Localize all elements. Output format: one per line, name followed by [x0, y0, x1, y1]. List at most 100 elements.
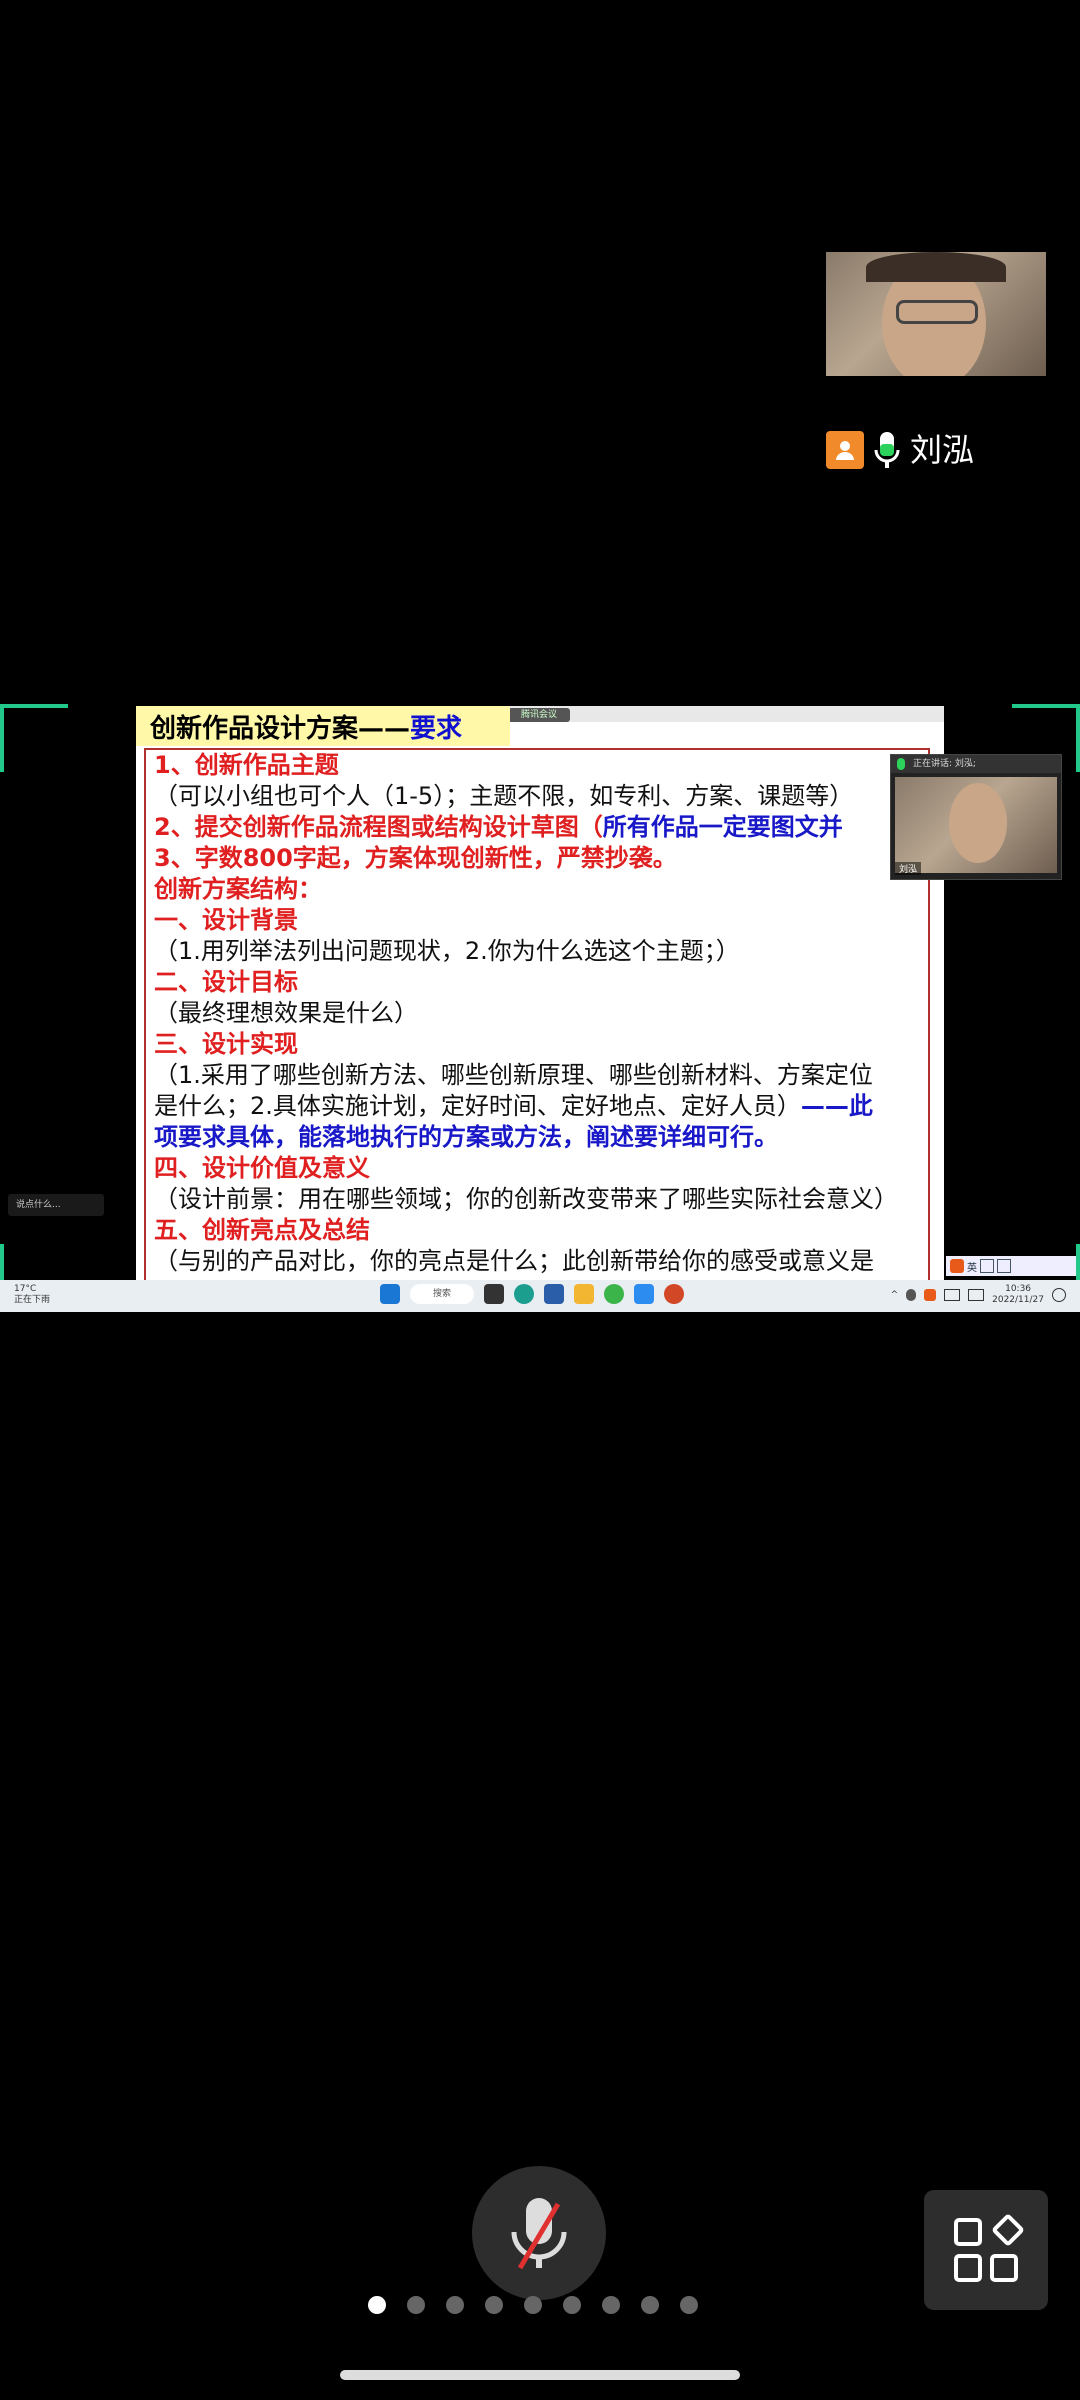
- weather-widget[interactable]: 17°C 正在下雨: [14, 1284, 50, 1306]
- slide-line-text: 是什么；2.具体实施计划，定好时间、定好地点、定好人员）: [154, 1092, 801, 1120]
- slide-line-text: 创新方案结构：: [154, 875, 322, 903]
- grid-layout-icon: [954, 2214, 1024, 2282]
- mini-video-feed: [895, 777, 1057, 873]
- slide-line: 四、设计价值及意义: [154, 1153, 920, 1184]
- page-indicator: [368, 2296, 698, 2314]
- page-dot[interactable]: [407, 2296, 425, 2314]
- slide-line: 2、提交创新作品流程图或结构设计草图（所有作品一定要图文并: [154, 812, 920, 843]
- presentation-slide: 腾讯会议 创新作品设计方案—— 要求 1、创新作品主题 （可以小组也可个人（1-5）…: [136, 706, 944, 1280]
- mini-video-name: 刘泓: [895, 862, 922, 875]
- sogou-tray-icon[interactable]: [924, 1289, 937, 1301]
- ime-toolbar[interactable]: 英: [946, 1256, 1076, 1276]
- taskbar-search[interactable]: 搜索: [410, 1284, 474, 1304]
- slide-line-text: （1.用列举法列出问题现状，2.你为什么选这个主题；）: [154, 937, 740, 965]
- mic-tray-icon[interactable]: [906, 1289, 917, 1301]
- volume-icon[interactable]: [968, 1289, 985, 1301]
- slide-line-text: （设计前景：用在哪些领域；你的创新改变带来了哪些实际社会意义）: [154, 1185, 898, 1213]
- page-dot[interactable]: [602, 2296, 620, 2314]
- slide-line-text: （1.采用了哪些创新方法、哪些创新原理、哪些创新材料、方案定位: [154, 1061, 873, 1089]
- page-dot[interactable]: [446, 2296, 464, 2314]
- slide-line: 一、设计背景: [154, 905, 920, 936]
- wifi-icon[interactable]: [944, 1289, 961, 1301]
- slide-line: 二、设计目标: [154, 967, 920, 998]
- page-dot[interactable]: [641, 2296, 659, 2314]
- mic-icon: [897, 758, 905, 770]
- speaking-mic-icon: [872, 430, 902, 470]
- slide-line-text: 三、设计实现: [154, 1030, 298, 1058]
- notification-icon[interactable]: [1052, 1288, 1066, 1302]
- page-dot[interactable]: [485, 2296, 503, 2314]
- mini-video-header: 正在讲话: 刘泓;: [891, 755, 1061, 773]
- slide-line-highlight: 所有作品一定要图文并: [602, 813, 843, 841]
- tencent-meeting-icon[interactable]: [634, 1284, 654, 1304]
- slide-line-text: （最终理想效果是什么）: [154, 999, 418, 1027]
- slide-line-text: 1、创新作品主题: [154, 751, 339, 779]
- wechat-icon[interactable]: [604, 1284, 624, 1304]
- slide-line: 是什么；2.具体实施计划，定好时间、定好地点、定好人员）——此: [154, 1091, 920, 1122]
- windows-start-icon[interactable]: [380, 1284, 400, 1304]
- slide-line-text: 二、设计目标: [154, 968, 298, 996]
- slide-line-text: （可以小组也可个人（1-5）；主题不限，如专利、方案、课题等）: [154, 782, 854, 810]
- taskbar-apps: 搜索: [380, 1284, 684, 1304]
- page-dot[interactable]: [524, 2296, 542, 2314]
- keyboard-icon: [980, 1259, 994, 1273]
- clock-time: 10:36: [1005, 1284, 1032, 1294]
- slide-line-text: 3、字数800字起，方案体现创新性，严禁抄袭。: [154, 844, 677, 872]
- slide-line-text: 一、设计背景: [154, 906, 298, 934]
- sogou-icon: [950, 1259, 964, 1273]
- speaker-face: [949, 783, 1007, 863]
- frame-corner: [0, 704, 68, 772]
- clock[interactable]: 10:36 2022/11/27: [992, 1284, 1044, 1306]
- home-indicator[interactable]: [340, 2370, 740, 2380]
- slide-line: 五、创新亮点及总结: [154, 1215, 920, 1246]
- slide-title-main: 创新作品设计方案——: [150, 713, 411, 744]
- clock-date: 2022/11/27: [992, 1295, 1044, 1305]
- slide-line-text: 五、创新亮点及总结: [154, 1216, 370, 1244]
- slide-line-text: 2、提交创新作品流程图或结构设计草图（: [154, 813, 603, 841]
- mini-video-window[interactable]: 正在讲话: 刘泓; 刘泓: [890, 754, 1062, 880]
- hair: [866, 252, 1006, 282]
- mute-mic-button[interactable]: [472, 2166, 606, 2300]
- page-dot[interactable]: [680, 2296, 698, 2314]
- slide-line: （最终理想效果是什么）: [154, 998, 920, 1029]
- slide-line: 3、字数800字起，方案体现创新性，严禁抄袭。: [154, 843, 920, 874]
- meeting-pill[interactable]: 腾讯会议: [508, 708, 570, 722]
- slide-line: （可以小组也可个人（1-5）；主题不限，如专利、方案、课题等）: [154, 781, 920, 812]
- speaker-name: 刘泓: [910, 431, 975, 469]
- slide-line: 1、创新作品主题: [154, 750, 920, 781]
- slide-line: （设计前景：用在哪些领域；你的创新改变带来了哪些实际社会意义）: [154, 1184, 920, 1215]
- slide-line-text: （与别的产品对比，你的亮点是什么；此创新带给你的感受或意义是: [154, 1247, 874, 1275]
- windows-taskbar: 17°C 正在下雨 搜索 ^ 10:36 2022/11/27: [0, 1280, 1080, 1312]
- shared-screen[interactable]: 腾讯会议 创新作品设计方案—— 要求 1、创新作品主题 （可以小组也可个人（1-5）…: [0, 704, 1080, 1312]
- speaker-video-tile[interactable]: [826, 252, 1046, 376]
- slide-line-text: 项要求具体，能落地执行的方案或方法，阐述要详细可行。: [154, 1123, 778, 1151]
- slide-line: 三、设计实现: [154, 1029, 920, 1060]
- slide-line: （1.用列举法列出问题现状，2.你为什么选这个主题；）: [154, 936, 920, 967]
- glasses: [896, 300, 978, 324]
- slide-line: （1.采用了哪些创新方法、哪些创新原理、哪些创新材料、方案定位: [154, 1060, 920, 1091]
- slide-line: （与别的产品对比，你的亮点是什么；此创新带给你的感受或意义是: [154, 1246, 920, 1277]
- powerpoint-icon[interactable]: [664, 1284, 684, 1304]
- slide-line-text: 四、设计价值及意义: [154, 1154, 370, 1182]
- weather-desc: 正在下雨: [14, 1295, 51, 1305]
- slide-line: 项要求具体，能落地执行的方案或方法，阐述要详细可行。: [154, 1122, 920, 1153]
- chat-input-hint[interactable]: 说点什么...: [8, 1194, 104, 1216]
- page-dot[interactable]: [563, 2296, 581, 2314]
- speaker-name-row: 刘泓: [826, 430, 974, 470]
- slide-title-accent: 要求: [410, 713, 463, 744]
- layout-switch-button[interactable]: [924, 2190, 1048, 2310]
- slide-line: 创新方案结构：: [154, 874, 920, 905]
- mic-muted-icon: [511, 2198, 567, 2270]
- store-icon[interactable]: [544, 1284, 564, 1304]
- ime-mode-label: 英: [967, 1262, 977, 1274]
- edge-icon[interactable]: [514, 1284, 534, 1304]
- avatar-icon: [826, 431, 864, 469]
- slide-body: 1、创新作品主题 （可以小组也可个人（1-5）；主题不限，如专利、方案、课题等） 2…: [144, 748, 930, 1280]
- page-dot[interactable]: [368, 2296, 386, 2314]
- tray-chevron-icon[interactable]: ^: [891, 1290, 899, 1300]
- mini-video-speaking-label: 正在讲话: 刘泓;: [913, 759, 976, 769]
- slide-title: 创新作品设计方案—— 要求: [136, 706, 510, 746]
- file-explorer-icon[interactable]: [574, 1284, 594, 1304]
- task-view-icon[interactable]: [484, 1284, 504, 1304]
- system-tray: ^ 10:36 2022/11/27: [891, 1284, 1066, 1306]
